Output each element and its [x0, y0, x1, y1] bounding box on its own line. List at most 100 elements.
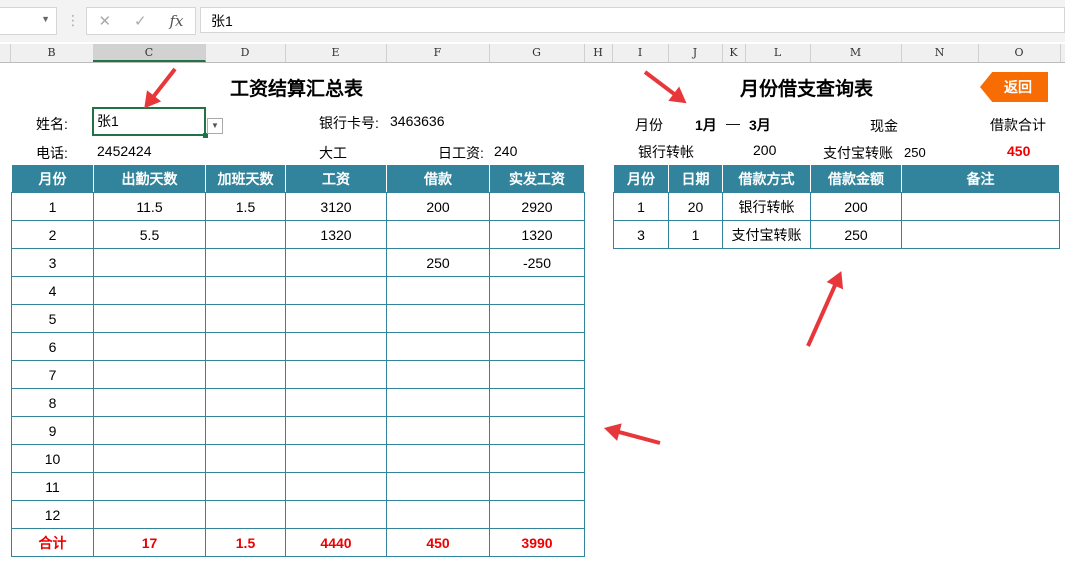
table-cell[interactable] — [489, 472, 585, 501]
table-cell[interactable]: 3120 — [285, 192, 387, 221]
table-cell[interactable]: 250 — [810, 220, 902, 249]
table-cell[interactable] — [205, 360, 286, 389]
table-cell[interactable] — [285, 360, 387, 389]
fx-icon[interactable]: fx — [170, 12, 184, 30]
table-cell[interactable] — [205, 416, 286, 445]
table-cell[interactable] — [386, 360, 490, 389]
table-cell[interactable]: 10 — [11, 444, 94, 473]
table-cell[interactable] — [386, 388, 490, 417]
table-cell[interactable] — [205, 472, 286, 501]
table-cell[interactable]: 6 — [11, 332, 94, 361]
table-cell[interactable] — [386, 304, 490, 333]
table-cell[interactable]: 11.5 — [93, 192, 206, 221]
table-cell[interactable] — [93, 472, 206, 501]
table-cell[interactable] — [93, 332, 206, 361]
table-cell[interactable] — [386, 444, 490, 473]
table-cell[interactable] — [285, 276, 387, 305]
table-cell[interactable]: 4 — [11, 276, 94, 305]
check-icon[interactable]: ✓ — [134, 12, 147, 30]
table-cell[interactable] — [489, 332, 585, 361]
table-cell[interactable]: 8 — [11, 388, 94, 417]
table-cell[interactable] — [205, 388, 286, 417]
table-cell[interactable] — [386, 332, 490, 361]
total-cell[interactable]: 4440 — [285, 528, 387, 557]
total-cell[interactable]: 3990 — [489, 528, 585, 557]
table-cell[interactable] — [93, 388, 206, 417]
table-cell[interactable]: 250 — [386, 248, 490, 277]
total-cell[interactable]: 450 — [386, 528, 490, 557]
table-cell[interactable] — [285, 444, 387, 473]
table-cell[interactable]: 1 — [11, 192, 94, 221]
table-cell[interactable] — [489, 360, 585, 389]
column-header[interactable]: B — [10, 44, 94, 62]
table-cell[interactable] — [285, 304, 387, 333]
column-header[interactable]: E — [285, 44, 387, 62]
table-cell[interactable] — [489, 500, 585, 529]
table-cell[interactable]: 1 — [613, 192, 669, 221]
table-cell[interactable]: 2 — [11, 220, 94, 249]
column-header[interactable]: D — [205, 44, 286, 62]
table-cell[interactable] — [386, 416, 490, 445]
table-cell[interactable] — [489, 276, 585, 305]
column-header[interactable]: F — [386, 44, 490, 62]
table-cell[interactable] — [205, 500, 286, 529]
column-header[interactable]: K — [722, 44, 746, 62]
table-cell[interactable] — [205, 248, 286, 277]
column-header[interactable]: O — [978, 44, 1061, 62]
table-cell[interactable]: 3 — [11, 248, 94, 277]
table-cell[interactable] — [93, 360, 206, 389]
table-cell[interactable]: 20 — [668, 192, 723, 221]
month-to[interactable]: 3月 — [749, 115, 771, 135]
column-header[interactable]: N — [901, 44, 979, 62]
formula-input[interactable]: 张1 — [200, 7, 1065, 33]
table-cell[interactable] — [205, 276, 286, 305]
table-cell[interactable]: 1320 — [285, 220, 387, 249]
cancel-icon[interactable]: ✕ — [98, 12, 111, 30]
table-cell[interactable] — [489, 444, 585, 473]
table-cell[interactable] — [901, 220, 1060, 249]
table-cell[interactable] — [205, 304, 286, 333]
table-cell[interactable] — [386, 472, 490, 501]
table-cell[interactable] — [489, 304, 585, 333]
table-cell[interactable] — [93, 416, 206, 445]
table-cell[interactable] — [93, 304, 206, 333]
table-cell[interactable]: 11 — [11, 472, 94, 501]
table-cell[interactable] — [489, 416, 585, 445]
table-cell[interactable]: 5 — [11, 304, 94, 333]
table-cell[interactable]: 银行转帐 — [722, 192, 811, 221]
table-cell[interactable] — [285, 332, 387, 361]
table-cell[interactable]: 1 — [668, 220, 723, 249]
table-cell[interactable]: -250 — [489, 248, 585, 277]
column-header[interactable]: L — [745, 44, 811, 62]
table-cell[interactable] — [386, 276, 490, 305]
table-cell[interactable]: 1320 — [489, 220, 585, 249]
table-cell[interactable]: 2920 — [489, 192, 585, 221]
table-cell[interactable]: 200 — [386, 192, 490, 221]
table-cell[interactable] — [93, 248, 206, 277]
table-cell[interactable] — [93, 444, 206, 473]
table-cell[interactable]: 1.5 — [205, 192, 286, 221]
table-cell[interactable] — [285, 248, 387, 277]
total-cell[interactable]: 1.5 — [205, 528, 286, 557]
table-cell[interactable]: 7 — [11, 360, 94, 389]
table-cell[interactable] — [285, 416, 387, 445]
column-header[interactable]: G — [489, 44, 585, 62]
table-cell[interactable] — [386, 220, 490, 249]
total-cell[interactable]: 合计 — [11, 528, 94, 557]
month-from[interactable]: 1月 — [695, 115, 717, 135]
column-header[interactable]: H — [584, 44, 613, 62]
table-cell[interactable] — [901, 192, 1060, 221]
table-cell[interactable] — [285, 388, 387, 417]
name-box[interactable]: ▼ — [0, 7, 57, 35]
column-header[interactable]: J — [668, 44, 723, 62]
table-cell[interactable]: 12 — [11, 500, 94, 529]
table-cell[interactable] — [93, 276, 206, 305]
table-cell[interactable] — [489, 388, 585, 417]
table-cell[interactable]: 200 — [810, 192, 902, 221]
table-cell[interactable] — [205, 220, 286, 249]
column-header[interactable]: M — [810, 44, 902, 62]
table-cell[interactable] — [93, 500, 206, 529]
table-cell[interactable]: 支付宝转账 — [722, 220, 811, 249]
table-cell[interactable] — [205, 332, 286, 361]
column-header[interactable]: C — [93, 44, 206, 62]
